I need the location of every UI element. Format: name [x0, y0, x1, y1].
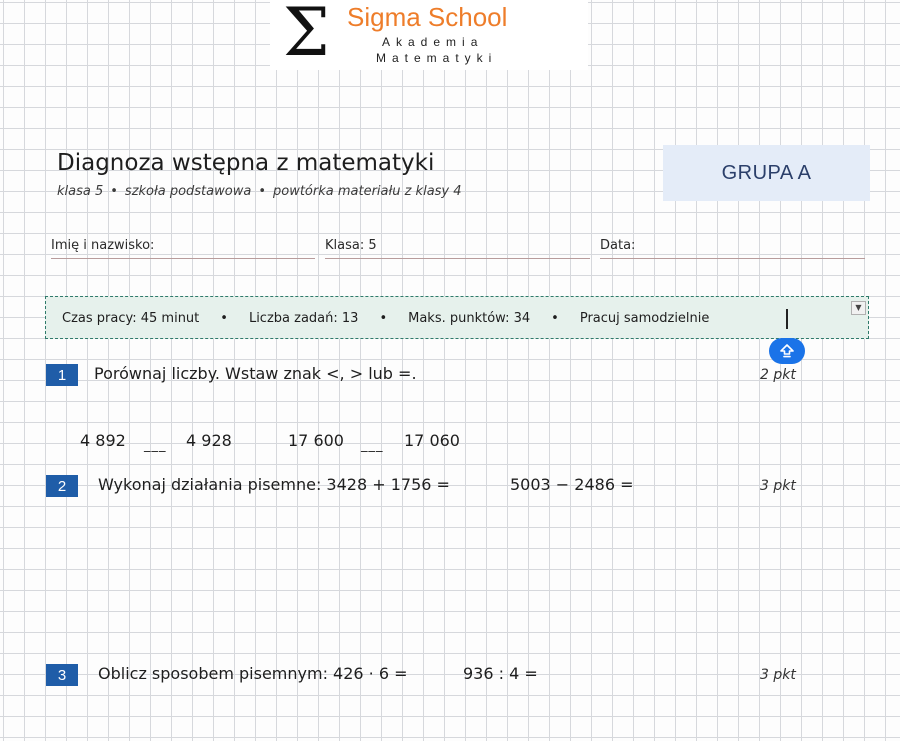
info-separator: • — [379, 311, 388, 326]
comparison-1-right: 4 928 — [186, 431, 232, 450]
brand-tagline-line1: Akademia — [382, 35, 484, 49]
info-task-count: Liczba zadań: 13 — [248, 311, 359, 326]
subtitle-school: szkoła podstawowa — [124, 184, 252, 199]
task-2-points: 3 pkt — [760, 478, 796, 494]
class-field-label: Klasa: 5 — [325, 238, 377, 253]
text-cursor — [786, 309, 788, 329]
name-field-label: Imię i nazwisko: — [51, 238, 155, 253]
task-2-extra: 5003 − 2486 = — [510, 475, 634, 494]
group-label: GRUPA A — [721, 161, 812, 184]
comparison-1-blank[interactable]: ___ — [144, 438, 167, 453]
info-separator: • — [551, 311, 559, 326]
comparison-2-right: 17 060 — [404, 431, 460, 450]
comparison-2-blank[interactable]: ___ — [361, 438, 384, 453]
brand-tagline-line2: Matematyki — [376, 51, 498, 65]
task-1-text: Porównaj liczby. Wstaw znak <, > lub =. — [94, 364, 417, 383]
task-3-text: Oblicz sposobem pisemnym: 426 · 6 = — [98, 664, 408, 683]
subtitle-separator: • — [258, 184, 266, 199]
sigma-logo-icon: Σ — [283, 0, 330, 71]
info-note: Pracuj samodzielnie — [579, 311, 710, 326]
comparison-1-left: 4 892 — [80, 431, 126, 450]
brand-name: Sigma School — [347, 2, 508, 32]
group-badge: GRUPA A — [663, 145, 870, 201]
shift-arrow-glyph — [780, 344, 794, 358]
task-1-points: 2 pkt — [760, 367, 796, 383]
info-time: Czas pracy: 45 minut — [62, 311, 200, 326]
task-1-number: 1 — [46, 364, 78, 386]
page-subtitle: klasa 5 • szkoła podstawowa • powtórka mater… — [57, 184, 462, 199]
task-2-number: 2 — [46, 475, 78, 497]
subtitle-grade: klasa 5 — [57, 184, 104, 199]
info-bar-text[interactable]: Czas pracy: 45 minut • Liczba zadań: 13 • Ma… — [62, 311, 709, 326]
info-max-points: Maks. punktów: 34 — [408, 311, 531, 326]
task-3-number: 3 — [46, 664, 78, 686]
shift-arrow-icon[interactable] — [769, 338, 805, 364]
date-field[interactable]: Data: — [600, 238, 865, 259]
date-field-label: Data: — [600, 238, 636, 253]
page-title: Diagnoza wstępna z matematyki — [57, 150, 435, 176]
task-3-extra: 936 : 4 = — [463, 664, 538, 683]
class-field[interactable]: Klasa: 5 — [325, 238, 590, 259]
comparison-2-left: 17 600 — [288, 431, 344, 450]
task-2-text: Wykonaj działania pisemne: 3428 + 1756 = — [98, 475, 450, 494]
task-3-points: 3 pkt — [760, 667, 796, 683]
subtitle-separator: • — [110, 184, 118, 199]
name-field[interactable]: Imię i nazwisko: — [51, 238, 315, 259]
info-separator: • — [220, 311, 228, 326]
subtitle-scope: powtórka materiału z klasy 4 — [272, 184, 462, 199]
dropdown-arrow-icon[interactable]: ▼ — [851, 301, 866, 315]
